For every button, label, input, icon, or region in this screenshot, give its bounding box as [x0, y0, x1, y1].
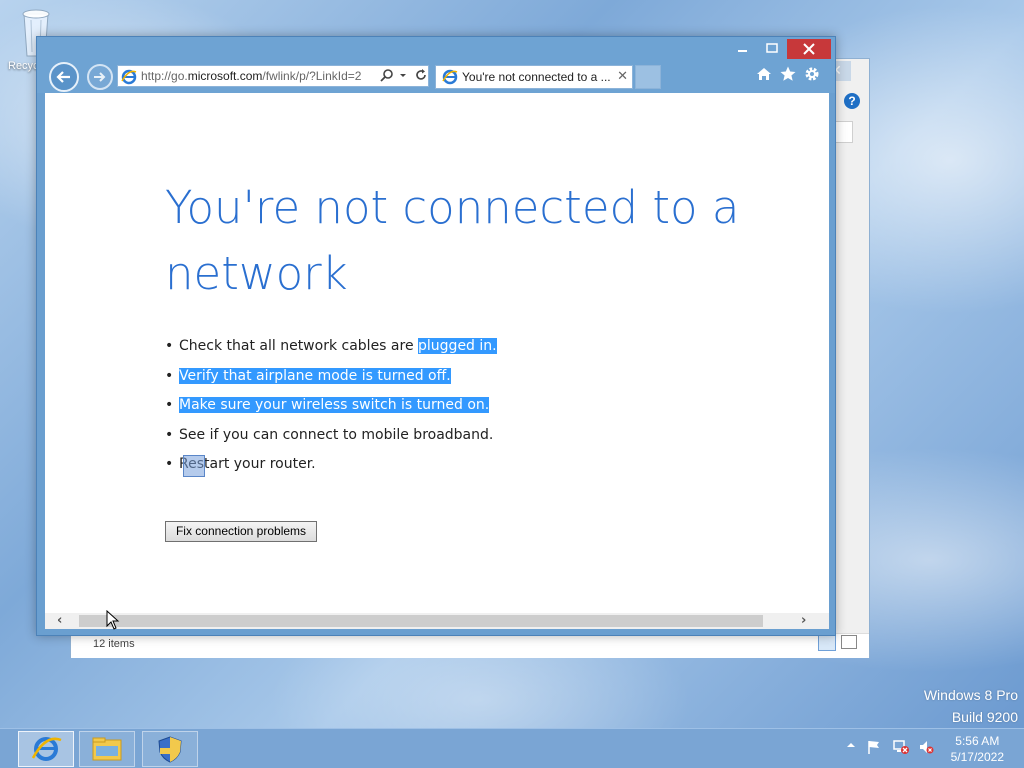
watermark-build: Build 9200: [951, 709, 1018, 725]
page-content: You're not connected to a network Check …: [45, 93, 829, 613]
close-tab-icon[interactable]: ✕: [617, 69, 628, 84]
details-view-icon[interactable]: [818, 635, 836, 651]
maximize-button[interactable]: [759, 39, 785, 59]
network-disconnected-icon[interactable]: [892, 739, 910, 759]
chevron-down-icon[interactable]: [398, 68, 408, 85]
star-icon[interactable]: [779, 65, 797, 88]
back-arrow-icon: [56, 71, 70, 83]
internet-explorer-window: http://go.microsoft.com/fwlink/p/?LinkId…: [36, 36, 836, 636]
tab-active[interactable]: You're not connected to a ... ✕: [435, 65, 633, 89]
windows-watermark: Windows 8 Pro Build 9200: [924, 684, 1018, 728]
watermark-edition: Windows 8 Pro: [923, 687, 1018, 703]
back-button[interactable]: [49, 62, 79, 92]
address-bar[interactable]: http://go.microsoft.com/fwlink/p/?LinkId…: [117, 65, 429, 87]
action-center-flag-icon[interactable]: [866, 739, 882, 759]
new-tab-button[interactable]: [635, 65, 661, 89]
large-icons-view-icon[interactable]: [841, 635, 857, 649]
forward-button[interactable]: [87, 64, 113, 90]
ie-page-icon: [121, 69, 137, 85]
explorer-status-bar: 12 items: [71, 633, 869, 658]
close-button[interactable]: [787, 39, 831, 59]
mouse-cursor-icon: [106, 609, 120, 634]
scroll-right-icon[interactable]: ›: [801, 613, 806, 628]
taskbar: 5:56 AM 5/17/2022: [0, 728, 1024, 768]
taskbar-clock[interactable]: 5:56 AM 5/17/2022: [951, 733, 1004, 765]
taskbar-internet-explorer[interactable]: [18, 731, 74, 767]
troubleshooting-list: Check that all network cables are plugge…: [165, 335, 497, 483]
search-icon[interactable]: [380, 68, 394, 85]
desktop: Recyc Windows 8 Pro Build 9200 ✕ ? 12 it…: [0, 0, 1024, 728]
list-item: Make sure your wireless switch is turned…: [165, 394, 497, 424]
shield-icon: [158, 736, 182, 763]
list-item: See if you can connect to mobile broadba…: [165, 424, 497, 454]
volume-muted-icon[interactable]: [918, 739, 934, 759]
fix-connection-button[interactable]: Fix connection problems: [165, 521, 317, 542]
home-icon[interactable]: [755, 65, 773, 88]
horizontal-scrollbar[interactable]: ‹ ›: [45, 613, 829, 629]
ie-tab-icon: [442, 69, 458, 85]
tab-title: You're not connected to a ...: [462, 70, 611, 84]
list-item: Check that all network cables are plugge…: [165, 335, 497, 365]
show-hidden-icons-icon[interactable]: [846, 739, 856, 754]
folder-icon: [92, 737, 122, 761]
recycle-bin-label[interactable]: Recyc: [8, 60, 39, 72]
minimize-button[interactable]: [729, 39, 755, 59]
clock-date: 5/17/2022: [950, 750, 1004, 764]
list-item: Verify that airplane mode is turned off.: [165, 365, 497, 395]
help-icon[interactable]: ?: [844, 93, 860, 109]
taskbar-file-explorer[interactable]: [79, 731, 135, 767]
internet-explorer-icon: [31, 737, 62, 761]
page-title: You're not connected to a network: [165, 181, 740, 300]
list-item: Restart your router.: [165, 453, 497, 483]
forward-arrow-icon: [94, 72, 106, 82]
gear-icon[interactable]: [803, 65, 821, 88]
clock-time: 5:56 AM: [955, 734, 1000, 748]
scrollbar-thumb[interactable]: [79, 615, 763, 627]
address-url[interactable]: http://go.microsoft.com/fwlink/p/?LinkId…: [141, 69, 361, 83]
refresh-icon[interactable]: [414, 68, 428, 85]
drag-ghost-icon: [183, 455, 205, 477]
taskbar-windows-security[interactable]: [142, 731, 198, 767]
scroll-left-icon[interactable]: ‹: [57, 613, 62, 628]
item-count: 12 items: [93, 638, 135, 650]
